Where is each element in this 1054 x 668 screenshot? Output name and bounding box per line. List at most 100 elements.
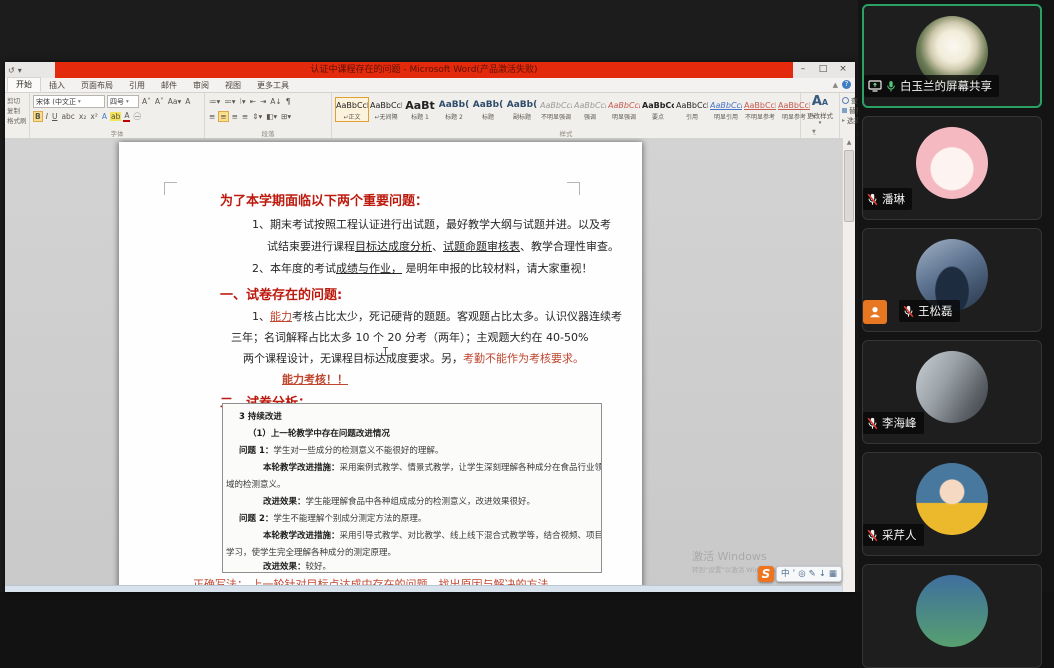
tab-view[interactable]: 视图 bbox=[217, 79, 249, 92]
style-chip-quote[interactable]: AaBbCcDd引用 bbox=[675, 97, 709, 122]
font-name-combo[interactable]: 宋体 (中文正 ▾ bbox=[33, 95, 105, 108]
format-painter-button[interactable]: 格式刷 bbox=[7, 116, 29, 126]
screen-share-region: ↺ ▾ 认证中课程存在的问题 - Microsoft Word(产品激活失败) … bbox=[0, 0, 889, 592]
document-page[interactable]: 为了本学期面临以下两个重要问题： 1、期末考试按照工程认证进行出试题，最好教学大… bbox=[119, 142, 642, 592]
restore-button[interactable]: □ bbox=[814, 63, 832, 76]
word-window: ↺ ▾ 认证中课程存在的问题 - Microsoft Word(产品激活失败) … bbox=[5, 62, 889, 592]
borders-icon[interactable]: ⊞▾ bbox=[280, 112, 292, 121]
grow-font-icon[interactable]: A˄ bbox=[141, 97, 152, 106]
ime-keyboard-icon[interactable]: ▦ bbox=[829, 567, 837, 581]
vertical-scrollbar[interactable]: ▲ bbox=[842, 138, 855, 592]
strikethrough-icon[interactable]: abc bbox=[60, 112, 75, 121]
shrink-font-icon[interactable]: A˅ bbox=[154, 97, 165, 106]
text-effects-icon[interactable]: A bbox=[101, 112, 108, 121]
tab-insert[interactable]: 插入 bbox=[41, 79, 73, 92]
style-chip-no-spacing[interactable]: AaBbCcDd↵无间隔 bbox=[369, 97, 403, 122]
find-icon bbox=[842, 96, 849, 104]
scrollbar-thumb[interactable] bbox=[844, 150, 854, 222]
participant-tile-sharing[interactable]: 白玉兰的屏幕共享 bbox=[862, 4, 1042, 108]
styles-group: AaBbCcDd↵正文 AaBbCcDd↵无间隔 AaBt标题 1 AaBb(标… bbox=[332, 93, 816, 138]
clear-formatting-icon[interactable]: A bbox=[184, 97, 191, 106]
participant-tile[interactable]: 潘琳 bbox=[862, 116, 1042, 220]
justify-icon[interactable]: ≡ bbox=[241, 112, 249, 121]
participant-tile[interactable]: 采芹人 bbox=[862, 452, 1042, 556]
superscript-icon[interactable]: x² bbox=[89, 112, 98, 121]
ime-language-toggle-icon[interactable]: 中 bbox=[781, 567, 790, 581]
margin-corner-mark bbox=[567, 182, 580, 195]
copy-button[interactable]: 复制 bbox=[7, 106, 29, 116]
style-chip-title[interactable]: AaBb(标题 bbox=[471, 97, 505, 122]
cut-button[interactable]: 剪切 bbox=[7, 96, 29, 106]
help-icon[interactable]: ? bbox=[842, 80, 851, 89]
style-chip-subtle-reference[interactable]: AaBbCcDd不明显参考 bbox=[743, 97, 777, 122]
align-center-icon[interactable]: ≡ bbox=[218, 111, 229, 122]
tab-references[interactable]: 引用 bbox=[121, 79, 153, 92]
change-styles-button[interactable]: AA 更改样式 ▾ bbox=[801, 93, 840, 138]
participant-tile[interactable]: 李海峰 bbox=[862, 340, 1042, 444]
participant-name: 采芹人 bbox=[882, 528, 917, 542]
ime-pen-icon[interactable]: ✎ bbox=[809, 567, 816, 581]
highlight-color-icon[interactable]: ab bbox=[109, 112, 122, 121]
qat-dropdown-icon[interactable]: ▾ bbox=[18, 66, 22, 75]
bold-button[interactable]: B bbox=[33, 111, 43, 122]
bullets-icon[interactable]: ≔▾ bbox=[208, 97, 221, 106]
tab-more-tools[interactable]: 更多工具 bbox=[249, 79, 297, 92]
word-titlebar[interactable]: ↺ ▾ 认证中课程存在的问题 - Microsoft Word(产品激活失败) … bbox=[5, 62, 855, 78]
ime-mic-icon[interactable]: ↓ bbox=[819, 567, 826, 581]
italic-button[interactable]: I bbox=[45, 112, 49, 121]
numbering-icon[interactable]: ≕▾ bbox=[223, 97, 236, 106]
style-chip-emphasis[interactable]: AaBbCcDd强调 bbox=[573, 97, 607, 122]
continuous-improvement-box: 3 持续改进 （1）上一轮教学中存在问题改进情况 问题 1：学生对一些成分的检测… bbox=[222, 403, 602, 573]
show-marks-icon[interactable]: ¶ bbox=[285, 97, 292, 106]
font-size-combo[interactable]: 四号 ▾ bbox=[107, 95, 139, 108]
tab-mailings[interactable]: 邮件 bbox=[153, 79, 185, 92]
font-color-icon[interactable]: A bbox=[123, 111, 131, 122]
participant-tile-partial[interactable] bbox=[862, 564, 1042, 668]
sort-icon[interactable]: A↓ bbox=[269, 97, 282, 106]
document-canvas[interactable]: 为了本学期面临以下两个重要问题： 1、期末考试按照工程认证进行出试题，最好教学大… bbox=[5, 138, 843, 592]
change-case-icon[interactable]: Aa▾ bbox=[167, 97, 183, 106]
sogou-ime-icon[interactable]: S bbox=[758, 566, 774, 582]
paragraph-group: ≔▾ ≕▾ ⁝▾ ⇤ ⇥ A↓ ¶ ≡ ≡ ≡ ≡ ⇕▾ ◧▾ ⊞▾ 段落 bbox=[205, 93, 332, 138]
style-chip-heading1[interactable]: AaBt 标题 1 bbox=[403, 97, 437, 122]
meeting-app-canvas: { "word": { "title": "认证中课程存在的问题 - Micro… bbox=[0, 0, 1054, 668]
underline-button[interactable]: U bbox=[51, 112, 59, 121]
style-chip-normal[interactable]: AaBbCcDd↵正文 bbox=[335, 97, 369, 122]
style-chip-strong[interactable]: AaBbCcDc要点 bbox=[641, 97, 675, 122]
ribbon-tab-bar: 开始 插入 页面布局 引用 邮件 审阅 视图 更多工具 ▲ ? bbox=[5, 77, 855, 93]
horizontal-scrollbar[interactable] bbox=[5, 585, 843, 592]
ime-punctuation-icon[interactable]: ’ bbox=[793, 567, 796, 581]
doc-problem-line1: 1、能力考核占比太少，死记硬背的题题。客观题占比太多。认识仪器连续考 bbox=[252, 310, 622, 323]
style-chip-intense-emphasis[interactable]: AaBbCcDd明显强调 bbox=[607, 97, 641, 122]
enclose-character-icon[interactable]: ㊀ bbox=[132, 111, 142, 122]
quick-access-toolbar: ↺ ▾ bbox=[8, 62, 22, 78]
tab-home[interactable]: 开始 bbox=[7, 77, 41, 92]
align-right-icon[interactable]: ≡ bbox=[231, 112, 239, 121]
style-chip-subtle-emphasis[interactable]: AaBbCcDd不明显强调 bbox=[539, 97, 573, 122]
decrease-indent-icon[interactable]: ⇤ bbox=[249, 97, 257, 106]
increase-indent-icon[interactable]: ⇥ bbox=[259, 97, 267, 106]
close-button[interactable]: × bbox=[834, 63, 852, 76]
line-spacing-icon[interactable]: ⇕▾ bbox=[251, 112, 263, 121]
mic-muted-icon bbox=[867, 193, 878, 205]
style-chip-heading2[interactable]: AaBb(标题 2 bbox=[437, 97, 471, 122]
tab-review[interactable]: 审阅 bbox=[185, 79, 217, 92]
collapse-ribbon-icon[interactable]: ▲ bbox=[833, 81, 838, 89]
participant-name: 李海峰 bbox=[882, 416, 917, 430]
styles-group-label: 样式 bbox=[559, 130, 573, 138]
subscript-icon[interactable]: x₂ bbox=[78, 112, 87, 121]
window-controls: – □ × bbox=[794, 63, 852, 76]
avatar bbox=[916, 463, 988, 535]
minimize-button[interactable]: – bbox=[794, 63, 812, 76]
tab-page-layout[interactable]: 页面布局 bbox=[73, 79, 121, 92]
participant-tile[interactable]: 王松磊 bbox=[862, 228, 1042, 332]
shading-icon[interactable]: ◧▾ bbox=[265, 112, 278, 121]
style-chip-subtitle[interactable]: AaBb(副标题 bbox=[505, 97, 539, 122]
undo-icon[interactable]: ↺ bbox=[8, 66, 15, 75]
scroll-up-icon[interactable]: ▲ bbox=[843, 138, 855, 148]
align-left-icon[interactable]: ≡ bbox=[208, 112, 216, 121]
doc-ability-assessment-note: 能力考核！！ bbox=[282, 373, 348, 386]
ime-emoji-icon[interactable]: ◎ bbox=[798, 567, 805, 581]
multilevel-list-icon[interactable]: ⁝▾ bbox=[239, 97, 247, 106]
style-chip-intense-quote[interactable]: AaBbCcDd明显引用 bbox=[709, 97, 743, 122]
